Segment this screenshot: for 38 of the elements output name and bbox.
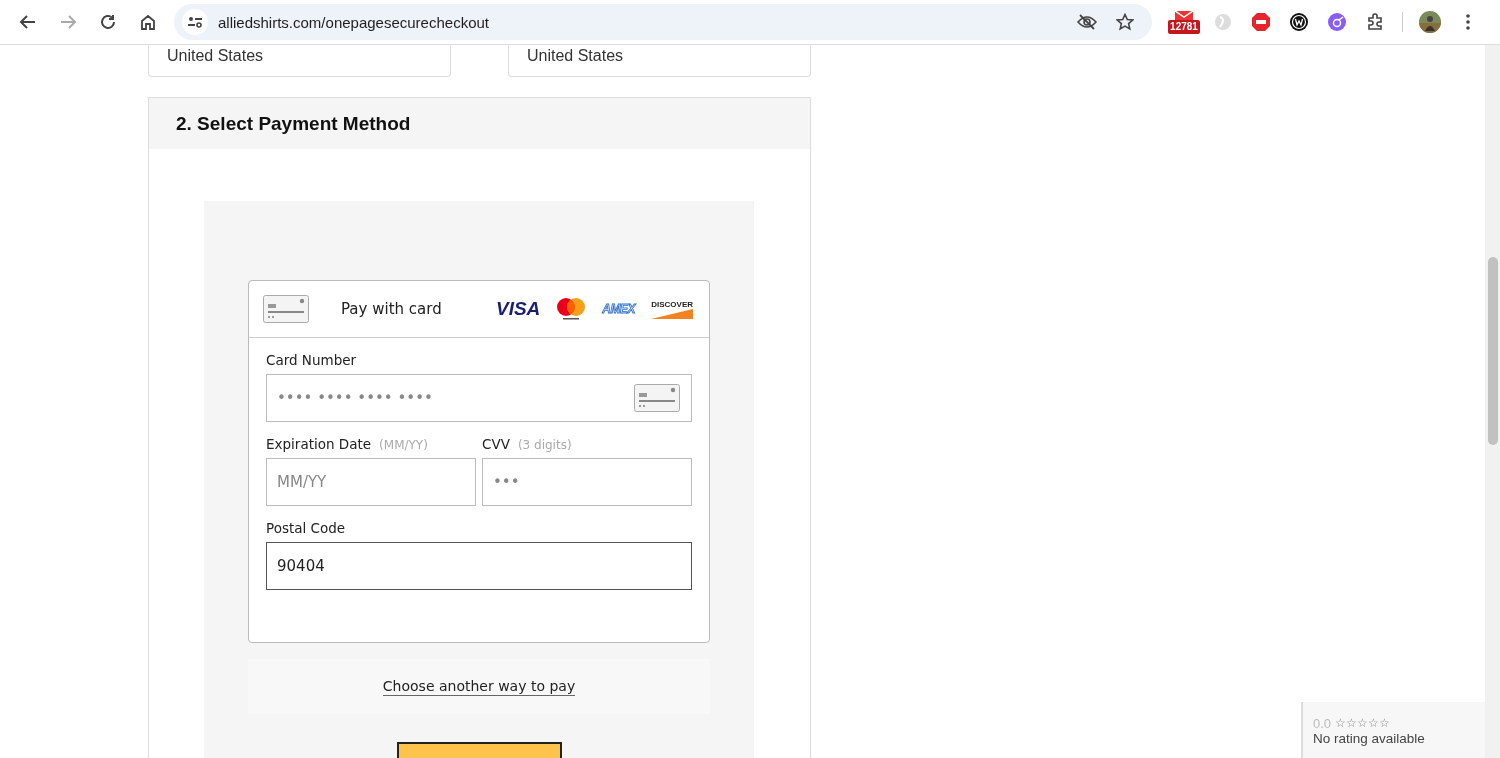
credit-card-icon (263, 295, 309, 323)
amex-logo: AMEX (602, 302, 635, 316)
star-icon: ☆ (1379, 716, 1391, 731)
field-hint: (3 digits) (517, 438, 572, 452)
back-icon[interactable] (19, 13, 37, 31)
scrollbar-thumb[interactable] (1488, 257, 1498, 445)
field-label: Postal Code (266, 520, 346, 536)
field-label: Card Number (266, 352, 357, 368)
country-text: United States (167, 47, 264, 65)
choose-another-way-link[interactable]: Choose another way to pay (382, 677, 576, 696)
postal-code-field[interactable]: 90404 (266, 542, 692, 590)
discover-logo: DISCOVER (651, 299, 693, 319)
rating-score: 0.0 (1313, 716, 1332, 731)
pay-with-card-title: Pay with card (341, 300, 443, 318)
star-icon: ☆ (1335, 716, 1347, 731)
field-label: Expiration Date (266, 436, 372, 452)
country-text: United States (527, 47, 624, 65)
mastercard-logo (556, 297, 587, 321)
site-settings-icon[interactable] (182, 9, 208, 35)
section-title: 2. Select Payment Method (176, 112, 411, 135)
cvv-field[interactable]: ••• (482, 458, 692, 506)
reload-icon[interactable] (99, 13, 117, 31)
card-number-field[interactable]: •••• •••• •••• •••• (266, 374, 692, 422)
expiration-field[interactable]: MM/YY (266, 458, 476, 506)
visa-logo: VISA (495, 298, 541, 320)
credit-card-icon (634, 384, 680, 412)
mail-icon[interactable] (1173, 10, 1195, 20)
mail-count-badge[interactable]: 12781 (1168, 19, 1200, 34)
field-label: CVV (482, 436, 510, 452)
star-icon: ☆ (1357, 716, 1369, 731)
url-text: alliedshirts.com/onepagesecurecheckout (218, 13, 490, 31)
home-icon[interactable] (139, 13, 157, 31)
star-icon: ☆ (1346, 716, 1358, 731)
rating-text: No rating available (1313, 731, 1426, 746)
scrollbar[interactable] (1485, 45, 1500, 758)
star-icon: ☆ (1368, 716, 1380, 731)
field-hint: (MM/YY) (379, 438, 428, 452)
address-bar[interactable]: alliedshirts.com/onepagesecurecheckout (174, 4, 1152, 40)
